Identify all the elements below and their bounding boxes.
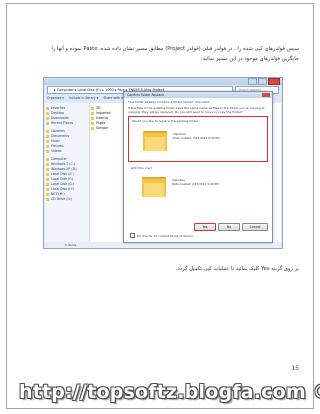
toolbar-share-with[interactable]: Share with ▾ [103, 96, 123, 100]
window-titlebar [44, 78, 282, 85]
existing-folder-date: Date created: 2/27/2012 9:40 PM [173, 135, 220, 140]
close-icon[interactable] [268, 78, 280, 85]
toolbar-organize[interactable]: Organize ▾ [47, 96, 64, 100]
document-page: سپس فولدرهای کپی شده را ، در فولدر قبلی … [6, 3, 320, 409]
confirm-folder-replace-dialog: Confirm Folder Replace This folder alrea… [123, 91, 273, 243]
nav-item-drive-o[interactable]: CD Drive (O:) [45, 197, 89, 202]
yes-button[interactable]: Yes [194, 223, 216, 231]
existing-folder-meta: Imported Date created: 2/27/2012 9:40 PM [173, 132, 220, 141]
paragraph-1-line-2: جایگزین فولدرهای موجود در این مسیر نمائی… [200, 55, 299, 62]
explorer-screenshot: ▸ Computer ▸ Local Disk (F:) ▸ 1000 ▸ Pa… [43, 77, 283, 249]
navigation-pane: Favorites Desktop Downloads Recent Place… [45, 103, 90, 242]
file-item[interactable]: Sample [91, 126, 111, 131]
new-folder-box: with this one? Imported Date created: 2/… [128, 164, 268, 204]
paragraph-1: سپس فولدرهای کپی شده را ، در فولدر قبلی … [21, 46, 299, 63]
no-button[interactable]: No [218, 223, 240, 231]
with-this-one-label: with this one? [131, 166, 152, 171]
existing-folder-label: Would you like to replace the existing f… [132, 119, 199, 124]
paragraph-1-line-1: سپس فولدرهای کپی شده را ، در فولدر قبلی … [51, 46, 299, 52]
dialog-close-icon[interactable] [262, 93, 270, 97]
site-watermark[interactable]: http://topsoftz.blogfa.com © [19, 381, 320, 403]
page-number: 15 [291, 365, 299, 372]
folder-icon [143, 131, 167, 152]
apply-all-checkbox[interactable] [130, 233, 135, 238]
new-folder-meta: Imported Date created: 2/27/2012 9:40 PM [172, 178, 219, 187]
apply-all-checkbox-row[interactable]: Do this for all current items (3 items) [130, 233, 193, 238]
existing-folder-box: Would you like to replace the existing f… [128, 116, 268, 163]
dialog-message-2: If the files in the existing folder have… [128, 106, 265, 115]
paragraph-2: بر روی گزینه Yes کلیک نمائید تا عملیات ک… [175, 266, 299, 272]
toolbar-include-library[interactable]: Include in library ▾ [69, 96, 98, 100]
minimize-icon[interactable] [248, 78, 257, 85]
maximize-icon[interactable] [258, 78, 267, 85]
cancel-button[interactable]: Cancel [242, 223, 268, 231]
file-list: 3D Imported Internal Pages Sample [91, 106, 111, 131]
new-folder-date: Date created: 2/27/2012 9:40 PM [172, 181, 219, 186]
folder-icon [142, 177, 166, 198]
apply-all-label: Do this for all current items (3 items) [137, 233, 193, 238]
